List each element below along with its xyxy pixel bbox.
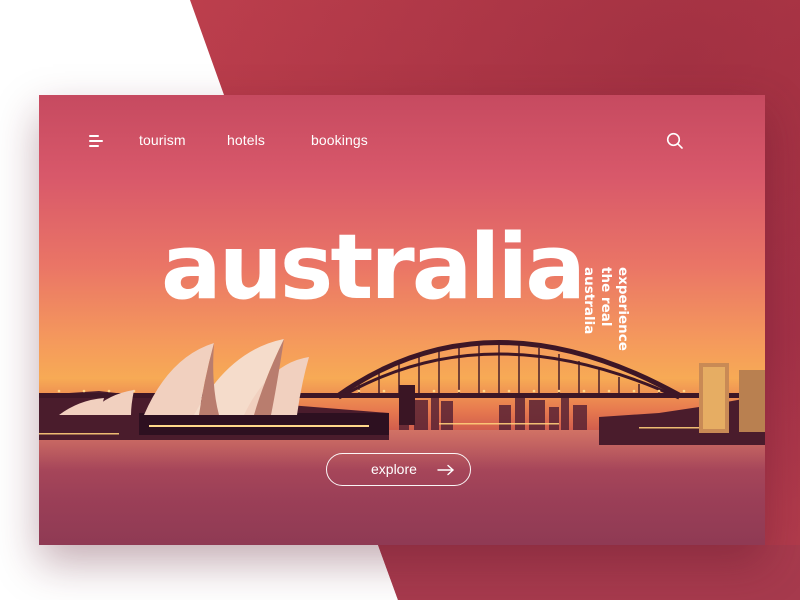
top-navigation: tourism hotels bookings <box>39 95 765 185</box>
explore-button[interactable]: explore <box>326 453 471 486</box>
search-icon[interactable] <box>666 132 684 150</box>
tagline-line-3: australia <box>581 267 597 335</box>
nav-item-hotels[interactable]: hotels <box>227 132 265 148</box>
hero-card: tourism hotels bookings australia experi… <box>39 95 765 545</box>
page: tourism hotels bookings australia experi… <box>0 0 800 600</box>
tagline-line-1: experience <box>615 267 631 351</box>
nav-item-tourism[interactable]: tourism <box>139 132 186 148</box>
tagline-line-2: the real <box>598 267 614 327</box>
nav-item-bookings[interactable]: bookings <box>311 132 368 148</box>
hero-tagline: experience the real australia <box>578 267 638 351</box>
hamburger-icon[interactable] <box>89 135 103 147</box>
page-title: australia <box>161 215 586 320</box>
explore-button-label: explore <box>371 461 417 477</box>
arrow-right-icon <box>437 464 454 476</box>
